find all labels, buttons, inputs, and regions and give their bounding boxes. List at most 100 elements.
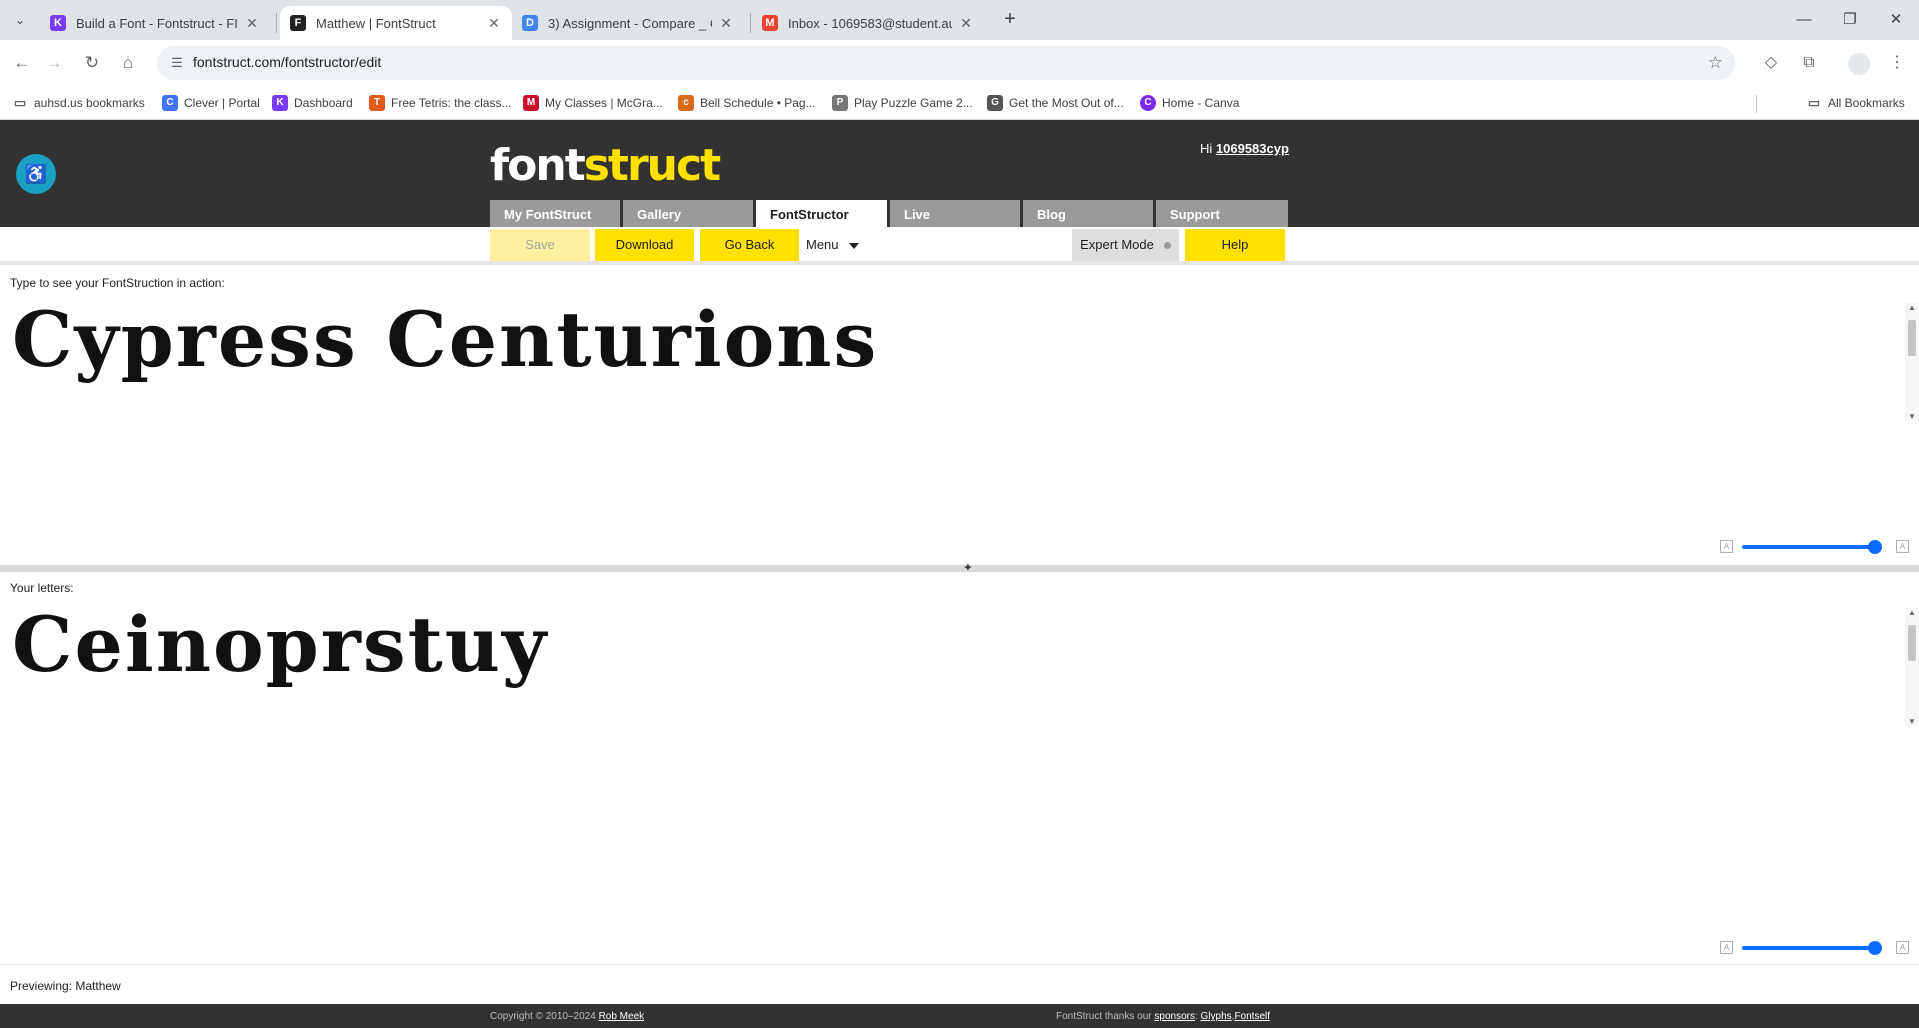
bookmark-tetris[interactable]: T Free Tetris: the class... [369,94,512,112]
browser-tab-fontstruct[interactable]: F Matthew | FontStruct ✕ [280,6,512,40]
url-text[interactable]: fontstruct.com/fontstructor/edit [193,54,381,70]
go-back-button[interactable]: Go Back [700,229,799,261]
fontstruct-favicon-icon: F [290,15,306,31]
scroll-up-icon[interactable]: ▲ [1905,608,1919,617]
profile-avatar[interactable] [1848,53,1870,75]
forward-arrow-icon[interactable]: → [40,49,68,77]
large-size-icon[interactable]: A [1896,941,1909,954]
footer-copyright: Copyright © 2010–2024 Rob Meek [490,1011,644,1022]
tetris-icon: T [369,95,385,111]
bookmark-label: Free Tetris: the class... [391,96,512,110]
browser-tab-assignment[interactable]: D 3) Assignment - Compare _ Con ✕ [512,6,744,40]
tab-search-icon[interactable]: ⌄ [8,10,32,30]
fontstruct-logo[interactable]: fontstruct [490,140,721,191]
reload-icon[interactable]: ↻ [78,49,106,77]
bookmark-dashboard[interactable]: K Dashboard [272,94,353,112]
letters-panel-label: Your letters: [10,581,74,595]
back-arrow-icon[interactable]: ← [8,49,36,77]
site-info-icon[interactable]: ☰ [167,53,187,73]
gmail-favicon-icon: M [762,15,778,31]
logo-font-part: font [490,140,586,191]
greeting-prefix: Hi [1200,141,1213,156]
bookmarks-bar: ▭ auhsd.us bookmarks C Clever | Portal K… [0,86,1919,120]
test-size-slider[interactable] [1742,545,1880,549]
minimize-icon[interactable]: — [1784,6,1824,34]
bookmark-mcgraw[interactable]: M My Classes | McGra... [523,94,663,112]
test-panel-scrollbar[interactable]: ▲ ▼ [1905,303,1919,421]
scroll-up-icon[interactable]: ▲ [1905,303,1919,312]
bookmark-folder-auhsd[interactable]: ▭ auhsd.us bookmarks [12,94,145,112]
close-tab-icon[interactable]: ✕ [486,15,502,32]
all-bookmarks-button[interactable]: ▭ All Bookmarks [1806,94,1905,112]
divider-drag-handle-icon[interactable]: ⯌ [961,563,975,573]
scroll-down-icon[interactable]: ▼ [1905,717,1919,726]
small-size-icon[interactable]: A [1720,941,1733,954]
help-button[interactable]: Help [1185,229,1285,261]
test-size-slider-handle[interactable] [1868,540,1882,554]
expert-mode-toggle[interactable]: Expert Mode [1072,229,1179,261]
bookmark-star-icon[interactable]: ☆ [1708,53,1723,73]
save-button[interactable]: Save [490,229,590,261]
address-bar[interactable]: ☰ fontstruct.com/fontstructor/edit ☆ [157,46,1735,80]
bookmark-puzzle-game[interactable]: P Play Puzzle Game 2... [832,94,973,112]
sponsors-link[interactable]: sponsors [1154,1011,1195,1022]
letters-panel-scrollbar[interactable]: ▲ ▼ [1905,608,1919,726]
menu-dropdown[interactable]: Menu [806,229,866,261]
toggle-indicator-icon [1163,242,1171,250]
bookmark-label: Play Puzzle Game 2... [854,96,973,110]
preview-bar [0,964,1919,1004]
close-tab-icon[interactable]: ✕ [244,15,260,32]
nav-tab-my-fontstruct[interactable]: My FontStruct [490,200,620,227]
letters-size-slider[interactable] [1742,946,1880,950]
close-tab-icon[interactable]: ✕ [718,15,734,32]
bookmark-clever[interactable]: C Clever | Portal [162,94,260,112]
glyphs-link[interactable]: Glyphs [1201,1011,1232,1022]
bookmark-canva[interactable]: C Home - Canva [1140,94,1239,112]
clever-icon: C [162,95,178,111]
letters-size-slider-handle[interactable] [1868,941,1882,955]
nav-tab-live[interactable]: Live [890,200,1020,227]
kami-favicon-icon: K [50,15,66,31]
fontself-link[interactable]: Fontself [1234,1011,1270,1022]
bookmark-label: Dashboard [294,96,353,110]
mcgraw-icon: M [523,95,539,111]
username-link[interactable]: 1069583cyp [1216,141,1289,156]
small-size-icon[interactable]: A [1720,540,1733,553]
new-tab-button[interactable]: + [996,8,1024,32]
nav-tab-blog[interactable]: Blog [1023,200,1153,227]
more-menu-icon[interactable]: ⋮ [1886,52,1908,74]
scrollbar-thumb[interactable] [1908,320,1916,356]
scrollbar-thumb[interactable] [1908,625,1916,661]
site-footer: Copyright © 2010–2024 Rob Meek FontStruc… [0,1004,1919,1028]
bookmark-bell-schedule[interactable]: c Bell Schedule • Pag... [678,94,816,112]
footer-sponsors: FontStruct thanks our sponsors: Glyphs,F… [1056,1011,1270,1022]
home-icon[interactable]: ⌂ [114,49,142,77]
browser-toolbar: ← → ↻ ⌂ ☰ fontstruct.com/fontstructor/ed… [0,40,1919,86]
nav-tab-gallery[interactable]: Gallery [623,200,753,227]
action-bar [0,227,1919,265]
download-button[interactable]: Download [595,229,694,261]
bookmark-label: Bell Schedule • Pag... [700,96,816,110]
bookmark-get-most[interactable]: G Get the Most Out of... [987,94,1124,112]
browser-tab-inbox[interactable]: M Inbox - 1069583@student.auhs ✕ [752,6,984,40]
restore-icon[interactable]: ❐ [1830,6,1870,34]
accessibility-icon[interactable]: ♿ [16,154,56,194]
large-size-icon[interactable]: A [1896,540,1909,553]
previewing-label: Previewing: Matthew [10,979,121,993]
test-text-area[interactable]: Cypress Centurions [12,295,878,384]
shield-extension-icon[interactable]: ◇ [1760,52,1782,74]
nav-tab-support[interactable]: Support [1156,200,1288,227]
close-window-icon[interactable]: ✕ [1876,6,1916,34]
tab-title: Build a Font - Fontstruct - FINIS [76,15,238,31]
panel-divider[interactable] [0,565,1919,572]
browser-tab-build-a-font[interactable]: K Build a Font - Fontstruct - FINIS ✕ [40,6,270,40]
extensions-puzzle-icon[interactable]: ⧉ [1798,52,1820,74]
docs-favicon-icon: D [522,15,538,31]
browser-tabstrip: ⌄ K Build a Font - Fontstruct - FINIS ✕ … [0,0,1919,40]
bookmark-label: My Classes | McGra... [545,96,663,110]
nav-tab-fontstructor[interactable]: FontStructor [756,200,887,227]
author-link[interactable]: Rob Meek [599,1011,645,1022]
scroll-down-icon[interactable]: ▼ [1905,412,1919,421]
bookmark-label: Get the Most Out of... [1009,96,1124,110]
close-tab-icon[interactable]: ✕ [958,15,974,32]
